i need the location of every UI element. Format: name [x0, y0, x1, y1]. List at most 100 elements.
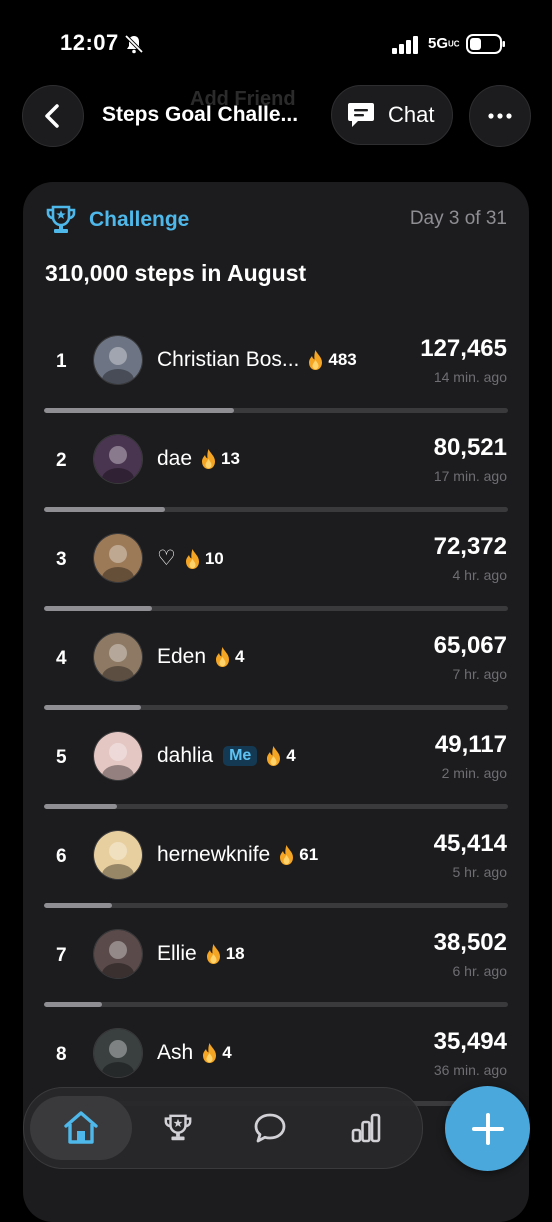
streak-count: 61: [299, 845, 319, 864]
progress-fill: [44, 903, 112, 908]
plus-icon: [471, 1112, 504, 1145]
flame-icon: [206, 944, 220, 964]
leaderboard-row[interactable]: 3 ♡ 10 72,372 4 hr. ago: [23, 533, 529, 634]
member-name-group: ♡ 10: [157, 546, 224, 571]
avatar[interactable]: [93, 632, 143, 682]
leaderboard-row[interactable]: 6 hernewknife 61 45,414 5 hr. ago: [23, 830, 529, 931]
signal-icon: [392, 36, 418, 54]
rank-number: 6: [56, 846, 67, 867]
step-count: 49,117: [434, 731, 507, 758]
streak-count: 4: [235, 647, 245, 666]
leaderboard-row[interactable]: 1 Christian Bos... 483 127,465 14 min. ago: [23, 335, 529, 436]
member-name-group: dahlia Me 4: [157, 744, 296, 768]
chevron-left-icon: [45, 104, 59, 128]
last-updated: 36 min. ago: [433, 1062, 507, 1078]
leaderboard-row[interactable]: 7 Ellie 18 38,502 6 hr. ago: [23, 929, 529, 1030]
progress-fill: [44, 606, 153, 611]
step-count: 45,414: [433, 830, 507, 857]
streak-count: 18: [225, 944, 245, 963]
member-name: Christian Bos...: [157, 348, 300, 371]
flame-icon: [216, 647, 230, 667]
member-name-group: Christian Bos... 483: [157, 348, 357, 372]
leaderboard-row[interactable]: 5 dahlia Me 4 49,117 2 min. ago: [23, 731, 529, 832]
network-label: 5GUC: [428, 35, 460, 52]
streak-count: 4: [286, 746, 296, 765]
member-name-group: Eden 4: [157, 645, 245, 669]
rank-number: 8: [56, 1044, 67, 1065]
me-badge: Me: [223, 746, 258, 766]
status-time: 12:07: [60, 30, 119, 55]
last-updated: 4 hr. ago: [452, 567, 508, 583]
streak-count: 10: [204, 548, 224, 568]
avatar[interactable]: [93, 1028, 143, 1078]
member-name: hernewknife: [157, 843, 271, 866]
progress-bar: [44, 903, 508, 908]
challenge-goal: 310,000 steps in August: [45, 260, 307, 286]
chat-label: Chat: [388, 102, 435, 127]
chat-button[interactable]: Chat: [331, 85, 453, 145]
avatar[interactable]: [93, 929, 143, 979]
step-count: 65,067: [433, 632, 507, 659]
progress-fill: [44, 408, 235, 413]
day-counter: Day 3 of 31: [409, 208, 507, 229]
rank-number: 2: [56, 450, 67, 471]
trophy-icon: [164, 1114, 192, 1141]
progress-fill: [44, 507, 165, 512]
avatar[interactable]: [93, 731, 143, 781]
step-count: 72,372: [433, 533, 507, 560]
tab-challenges[interactable]: [146, 1096, 210, 1160]
flame-icon: [309, 350, 323, 370]
tab-bar: [23, 1087, 423, 1169]
streak-count: 13: [221, 449, 240, 468]
progress-fill: [44, 804, 118, 809]
challenge-heading: Challenge: [45, 204, 189, 236]
member-name: dahlia: [157, 744, 214, 767]
progress-bar: [44, 507, 508, 512]
last-updated: 2 min. ago: [441, 765, 507, 781]
flame-icon: [185, 548, 199, 569]
member-name: Ash: [157, 1041, 194, 1064]
chat-bubble-icon: [254, 1113, 286, 1143]
avatar[interactable]: [93, 533, 143, 583]
member-name-group: hernewknife 61: [157, 843, 318, 867]
challenge-label: Challenge: [89, 208, 190, 231]
member-name: Ellie: [157, 942, 197, 965]
rank-number: 5: [56, 747, 67, 768]
page-title: Steps Goal Challe...: [102, 103, 299, 126]
last-updated: 17 min. ago: [433, 468, 507, 484]
progress-bar: [44, 1002, 508, 1007]
more-icon: [488, 113, 512, 119]
member-name: dae: [157, 447, 193, 470]
step-count: 38,502: [433, 929, 507, 956]
progress-bar: [44, 408, 508, 413]
step-count: 35,494: [433, 1028, 507, 1055]
avatar[interactable]: [93, 335, 143, 385]
last-updated: 7 hr. ago: [452, 666, 508, 682]
tab-stats[interactable]: [334, 1096, 398, 1160]
member-name-group: Ellie 18: [157, 942, 245, 966]
flame-icon: [203, 1043, 217, 1063]
flame-icon: [202, 449, 216, 469]
add-button[interactable]: [445, 1086, 530, 1171]
avatar[interactable]: [93, 434, 143, 484]
trophy-icon: [46, 205, 76, 233]
progress-bar: [44, 804, 508, 809]
member-name: ♡: [157, 547, 176, 570]
stats-bars-icon: [351, 1113, 381, 1143]
avatar[interactable]: [93, 830, 143, 880]
last-updated: 14 min. ago: [433, 369, 507, 385]
streak-count: 4: [222, 1043, 232, 1062]
rank-number: 1: [56, 351, 67, 372]
back-button[interactable]: [22, 85, 84, 147]
tab-home[interactable]: [30, 1096, 132, 1160]
last-updated: 5 hr. ago: [452, 864, 508, 880]
more-options-button[interactable]: [469, 85, 531, 147]
tab-chat[interactable]: [238, 1096, 302, 1160]
battery-icon: [466, 34, 505, 54]
member-name-group: dae 13: [157, 447, 240, 471]
rank-number: 3: [56, 549, 67, 570]
leaderboard-row[interactable]: 2 dae 13 80,521 17 min. ago: [23, 434, 529, 535]
leaderboard-row[interactable]: 4 Eden 4 65,067 7 hr. ago: [23, 632, 529, 733]
last-updated: 6 hr. ago: [452, 963, 508, 979]
chat-bubble-icon: [348, 103, 374, 127]
